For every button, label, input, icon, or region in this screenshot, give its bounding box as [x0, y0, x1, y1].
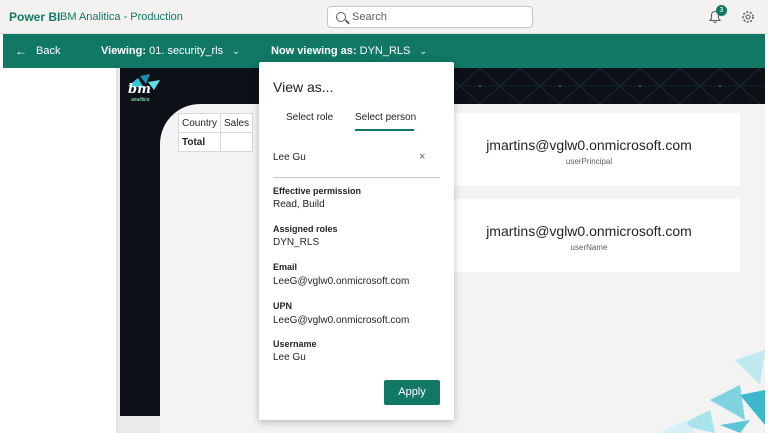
search-placeholder: Search — [352, 11, 387, 23]
top-app-bar: Power BI BM Analitica - Production Searc… — [0, 0, 768, 34]
logo-text: bm — [128, 82, 151, 97]
table-total-value — [220, 132, 254, 152]
back-button[interactable]: Back — [36, 45, 60, 57]
user-name-card[interactable]: jmartins@vglw0.onmicrosoft.com userName — [438, 199, 740, 272]
tab-select-person[interactable]: Select person — [355, 112, 416, 123]
close-icon[interactable]: × — [419, 151, 425, 163]
panel-title: View as... — [273, 79, 334, 95]
now-viewing-value: DYN_RLS — [359, 45, 411, 57]
table-header-row: Country Sales — [177, 113, 254, 133]
triangle-decoration — [660, 350, 765, 433]
header-decoration — [440, 68, 765, 104]
email-value: LeeG@vglw0.onmicrosoft.com — [273, 276, 410, 287]
left-pane — [3, 68, 117, 433]
view-as-panel: View as... Select role Select person Lee… — [259, 62, 454, 420]
app-name[interactable]: Power BI — [9, 10, 60, 24]
person-input-underline — [273, 177, 440, 178]
apply-button[interactable]: Apply — [384, 380, 440, 405]
back-arrow-icon[interactable]: ← — [15, 44, 27, 58]
now-viewing-dropdown[interactable]: Now viewing as: DYN_RLS ⌄ — [271, 45, 427, 57]
username-value: Lee Gu — [273, 352, 306, 363]
table-header-country[interactable]: Country — [177, 113, 222, 133]
table-total-row: Total — [177, 132, 254, 152]
person-input[interactable]: Lee Gu — [273, 152, 306, 163]
chevron-down-icon: ⌄ — [232, 46, 240, 56]
notification-badge: 3 — [716, 5, 727, 16]
card-value: jmartins@vglw0.onmicrosoft.com — [486, 137, 692, 153]
effective-permission-label: Effective permission — [273, 186, 362, 196]
assigned-roles-value: DYN_RLS — [273, 237, 320, 248]
table-total-label: Total — [177, 132, 222, 152]
sales-table[interactable]: Country Sales Total — [177, 113, 254, 152]
search-input[interactable]: Search — [327, 6, 533, 28]
chevron-down-icon: ⌄ — [419, 46, 427, 56]
username-label: Username — [273, 339, 317, 349]
tab-select-role[interactable]: Select role — [286, 112, 333, 123]
user-principal-card[interactable]: jmartins@vglw0.onmicrosoft.com userPrinc… — [438, 113, 740, 186]
table-header-sales[interactable]: Sales — [220, 113, 254, 133]
viewing-value: 01. security_rls — [149, 45, 224, 57]
logo-subtext: analitica — [131, 97, 150, 103]
email-label: Email — [273, 262, 298, 272]
assigned-roles-label: Assigned roles — [273, 224, 338, 234]
effective-permission-value: Read, Build — [273, 199, 325, 210]
card-label: userPrincipal — [565, 157, 613, 166]
viewing-label: Viewing: — [101, 45, 147, 57]
search-icon — [336, 12, 346, 22]
upn-value: LeeG@vglw0.onmicrosoft.com — [273, 315, 410, 326]
workspace-name[interactable]: BM Analitica - Production — [60, 11, 183, 23]
card-value: jmartins@vglw0.onmicrosoft.com — [486, 223, 692, 239]
now-viewing-label: Now viewing as: — [271, 45, 357, 57]
active-tab-indicator — [355, 129, 414, 131]
upn-label: UPN — [273, 301, 293, 311]
viewing-dropdown[interactable]: Viewing: 01. security_rls ⌄ — [101, 45, 240, 57]
card-label: userName — [570, 243, 608, 252]
gear-icon[interactable] — [741, 10, 755, 24]
